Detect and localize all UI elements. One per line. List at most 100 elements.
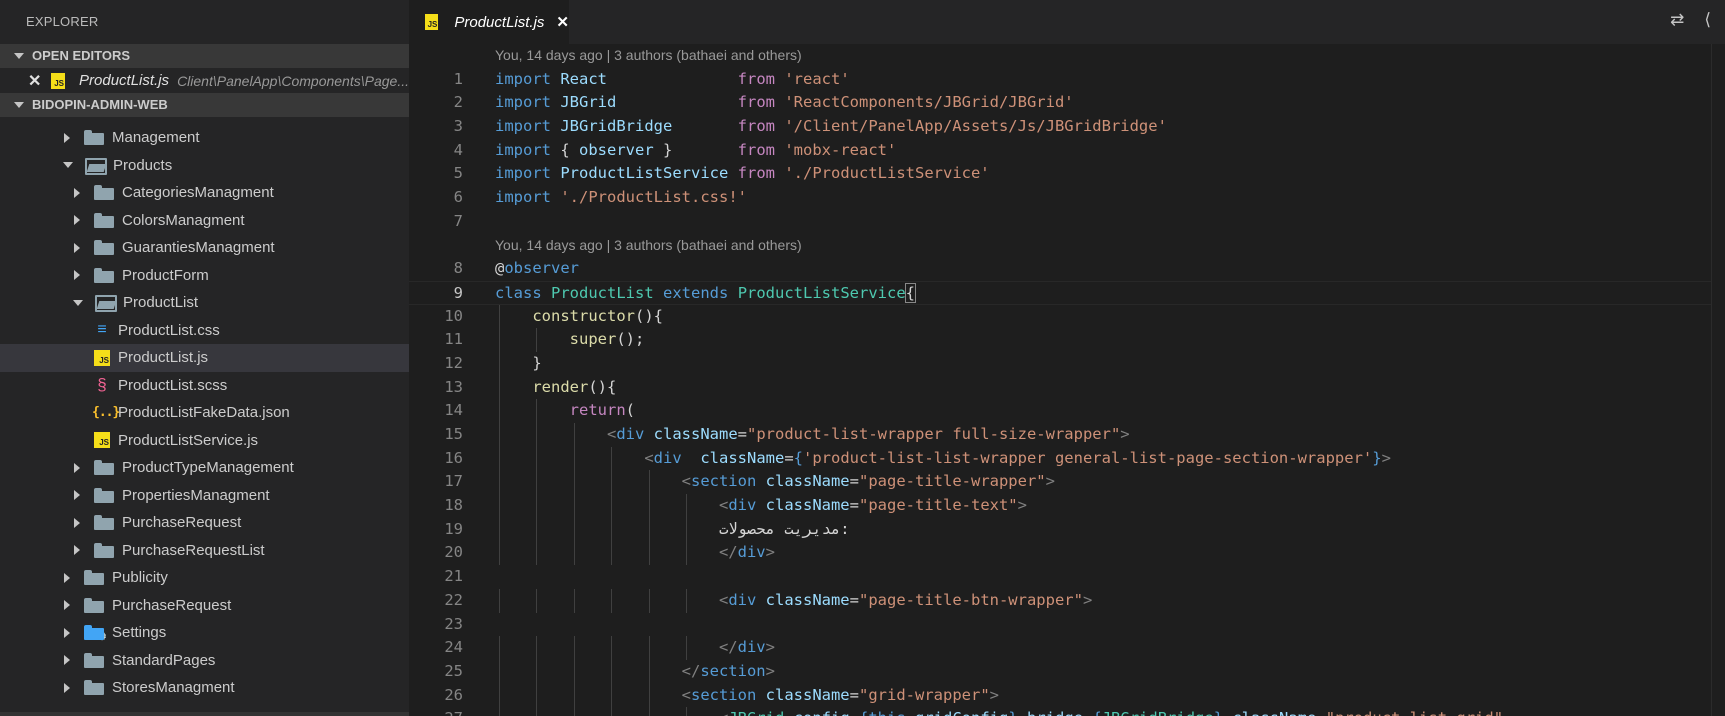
open-editors-header[interactable]: OPEN EDITORS <box>0 44 409 68</box>
open-editor-path: Client\PanelApp\Components\Page... <box>177 72 409 89</box>
indent-guide <box>536 517 538 542</box>
code-line[interactable]: 14 return( <box>409 399 1725 423</box>
code-line[interactable]: 22 <div className="page-title-btn-wrappe… <box>409 588 1725 613</box>
toggle-blame-icon[interactable]: ⟨ <box>1704 10 1711 30</box>
indent-guide <box>648 588 650 613</box>
code-line[interactable]: 24 </div> <box>409 636 1725 660</box>
tree-item[interactable]: PurchaseRequestList <box>0 537 409 565</box>
tree-item[interactable]: CategoriesManagment <box>0 179 409 207</box>
tree-item[interactable]: ≡ ProductList.css <box>0 317 409 345</box>
explorer-title: EXPLORER <box>26 14 99 29</box>
code-line[interactable]: 16 <div className={'product-list-list-wr… <box>409 446 1725 471</box>
code-text: import JBGrid from 'ReactComponents/JBGr… <box>495 93 1074 112</box>
indent-guide <box>573 588 575 613</box>
tree-item-label: PropertiesManagment <box>122 486 270 504</box>
line-number: 17 <box>444 472 463 491</box>
tree-item[interactable]: StandardPages <box>0 647 409 675</box>
codelens-blame[interactable]: You, 14 days ago | 3 authors (bathaei an… <box>409 44 1725 68</box>
code-line[interactable]: 20 </div> <box>409 541 1725 566</box>
tab-productlist-js[interactable]: JS ProductList.js ✕ <box>409 0 569 44</box>
code-line[interactable]: 15 <div className="product-list-wrapper … <box>409 423 1725 447</box>
code-editor[interactable]: You, 14 days ago | 3 authors (bathaei an… <box>409 44 1725 716</box>
code-line[interactable]: 12 } <box>409 351 1725 376</box>
tree-item[interactable]: ColorsManagment <box>0 207 409 235</box>
code-text: <div className={'product-list-list-wrapp… <box>644 448 1391 467</box>
tree-item[interactable]: PurchaseRequest <box>0 592 409 620</box>
tree-item-label: Products <box>113 156 173 174</box>
folder-icon <box>94 185 114 201</box>
line-number: 22 <box>444 590 463 609</box>
code-line[interactable]: 11 super(); <box>409 328 1725 352</box>
chevron-down-icon <box>63 162 73 169</box>
code-line[interactable]: 3 import JBGridBridge from '/Client/Panel… <box>409 115 1725 139</box>
tree-item[interactable]: StoresManagment <box>0 674 409 702</box>
code-text: class ProductList extends ProductListSer… <box>495 282 917 303</box>
code-line[interactable]: 1 import React from 'react' <box>409 68 1725 92</box>
code-line[interactable]: 27 <JBGrid config={this.gridConfig} brid… <box>409 707 1725 716</box>
indent-guide <box>611 541 613 566</box>
line-number: 4 <box>453 140 463 159</box>
chevron-down-icon <box>73 299 83 306</box>
tree-item[interactable]: JS ProductList.js <box>0 344 409 372</box>
tab-bar: JS ProductList.js ✕ ⇄ ⟨ <box>409 0 1725 44</box>
indent-guide <box>686 541 688 566</box>
code-line[interactable]: 2 import JBGrid from 'ReactComponents/JBG… <box>409 91 1725 115</box>
tree-item-label: ProductList <box>123 294 199 312</box>
code-line[interactable]: 10 constructor(){ <box>409 304 1725 329</box>
tree-item[interactable]: ProductList <box>0 289 409 317</box>
tree-item[interactable]: Management <box>0 124 409 152</box>
indent-guide <box>686 707 688 716</box>
code-line[interactable]: 19 مدیریت محصولات: <box>409 517 1725 542</box>
code-text: مدیریت محصولات: <box>495 519 850 538</box>
code-line[interactable]: 13 render(){ <box>409 375 1725 400</box>
chevron-right-icon <box>74 242 80 253</box>
tree-item[interactable]: § ProductList.scss <box>0 372 409 400</box>
code-line[interactable]: 6 import './ProductList.css!' <box>409 186 1725 210</box>
close-editor-icon[interactable]: ✕ <box>28 71 41 91</box>
tree-item[interactable]: Publicity <box>0 564 409 592</box>
code-line[interactable]: 4 import { observer } from 'mobx-react' <box>409 139 1725 163</box>
code-line[interactable]: 9 class ProductList extends ProductListSe… <box>409 280 1725 305</box>
tree-item[interactable]: GuarantiesManagment <box>0 234 409 262</box>
tree-item-label: Management <box>112 129 200 147</box>
code-line[interactable]: 8 @observer <box>409 257 1725 281</box>
indent-guide <box>648 541 650 566</box>
js-file-icon: JS <box>94 349 110 366</box>
tree-item[interactable]: {..} ProductListFakeData.json <box>0 399 409 427</box>
code-line[interactable]: 26 <section className="grid-wrapper"> <box>409 683 1725 708</box>
tree-item-label: CategoriesManagment <box>122 184 274 202</box>
tree-item[interactable]: ProductTypeManagement <box>0 454 409 482</box>
line-number: 9 <box>453 283 463 302</box>
open-changes-icon[interactable]: ⇄ <box>1670 10 1684 30</box>
codelens-blame[interactable]: You, 14 days ago | 3 authors (bathaei an… <box>409 234 1725 258</box>
tree-item-label: ColorsManagment <box>122 211 245 229</box>
tree-item[interactable]: Products <box>0 152 409 180</box>
code-line[interactable]: 18 <div className="page-title-text"> <box>409 494 1725 518</box>
open-editors-label: OPEN EDITORS <box>32 48 131 63</box>
folder-icon <box>94 212 114 228</box>
code-line[interactable]: 5 import ProductListService from './Produ… <box>409 162 1725 186</box>
tree-item-label: ProductForm <box>122 266 209 284</box>
code-line[interactable]: 7 <box>409 210 1725 234</box>
tree-item[interactable]: PurchaseRequest <box>0 509 409 537</box>
code-text: <div className="product-list-wrapper ful… <box>606 425 1130 443</box>
line-number: 23 <box>444 614 463 633</box>
tree-item[interactable]: ProductForm <box>0 262 409 290</box>
indent-guide <box>573 470 575 495</box>
chevron-right-icon <box>64 572 70 583</box>
folder-icon <box>84 680 104 696</box>
code-line[interactable]: 17 <section className="page-title-wrappe… <box>409 470 1725 495</box>
code-line[interactable]: 21 <box>409 565 1725 589</box>
indent-guide <box>611 588 613 613</box>
code-line[interactable]: 25 </section> <box>409 659 1725 684</box>
code-text: render(){ <box>532 377 617 396</box>
editor-scrollbar[interactable] <box>1711 44 1725 716</box>
tree-item[interactable]: JS ProductListService.js <box>0 427 409 455</box>
tree-item[interactable]: ⚙ Settings <box>0 619 409 647</box>
open-editor-item[interactable]: ✕ JS ProductList.js Client\PanelApp\Comp… <box>0 68 409 93</box>
project-header[interactable]: BIDOPIN-ADMIN-WEB <box>0 93 409 117</box>
close-tab-icon[interactable]: ✕ <box>556 13 569 31</box>
folder-icon <box>84 570 104 586</box>
code-line[interactable]: 23 <box>409 613 1725 637</box>
tree-item[interactable]: PropertiesManagment <box>0 482 409 510</box>
